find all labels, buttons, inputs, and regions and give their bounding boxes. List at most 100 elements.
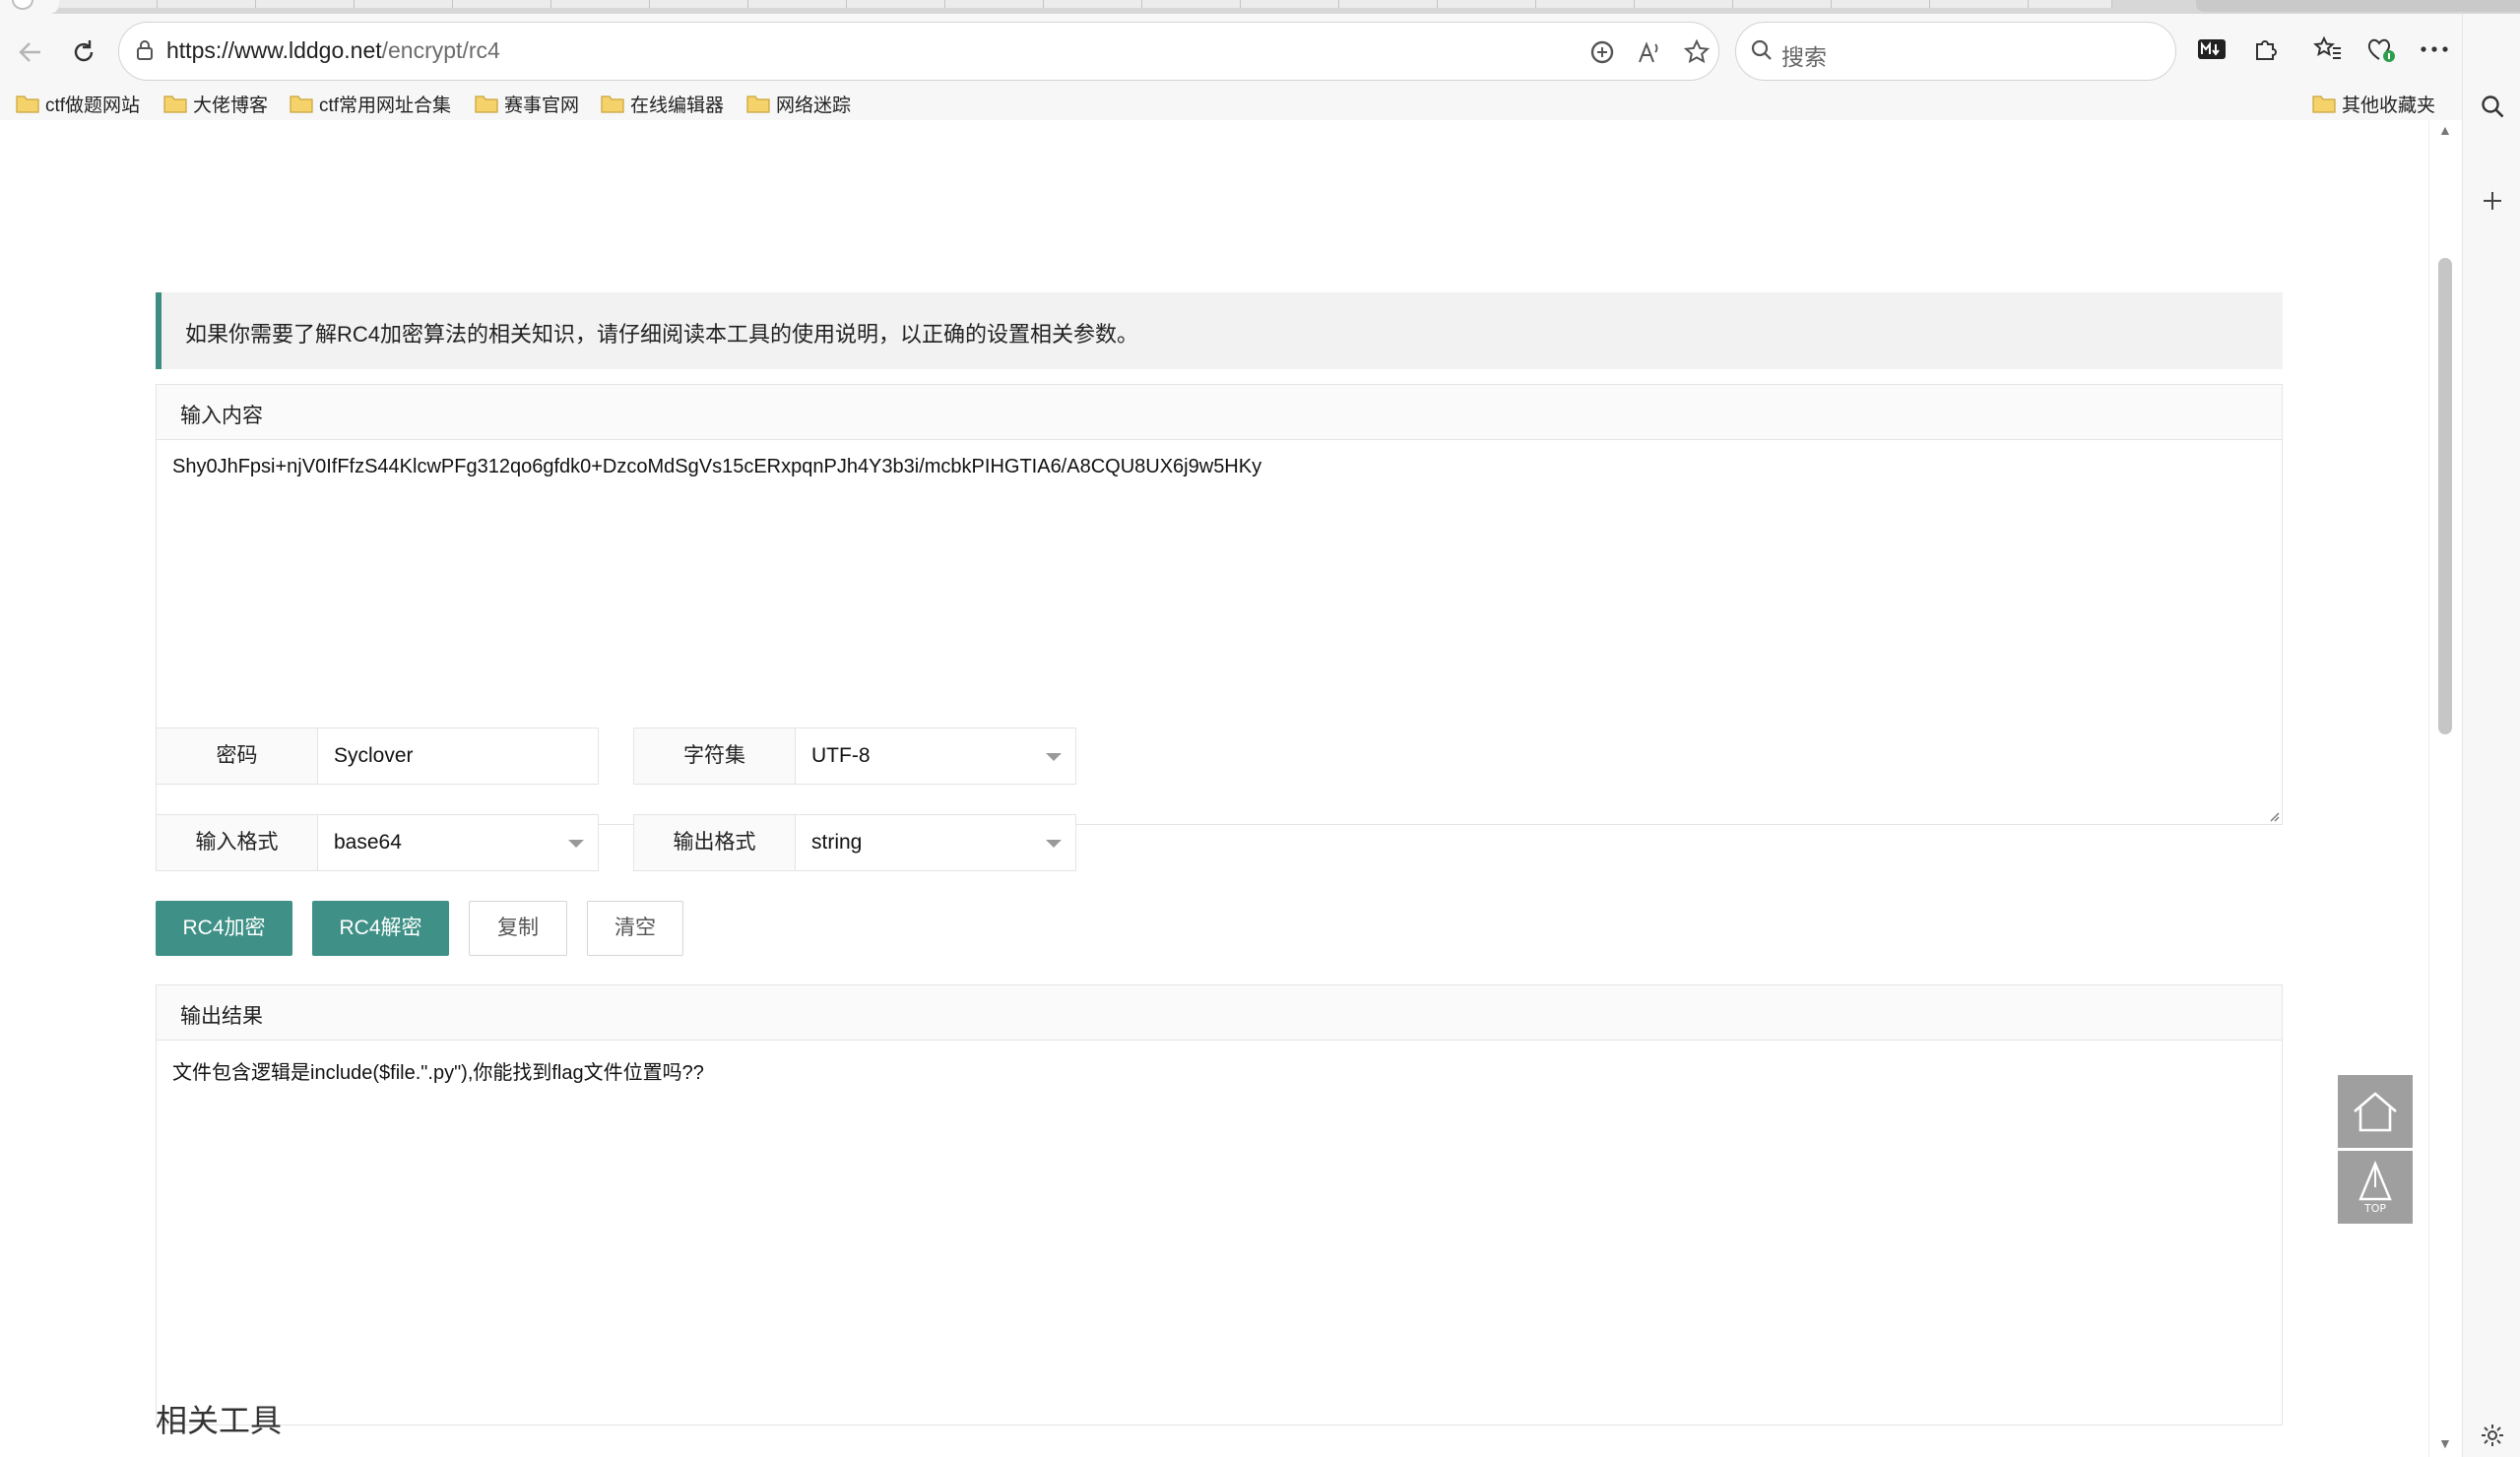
- translate-icon[interactable]: [1586, 36, 1618, 68]
- bookmark-folder[interactable]: 在线编辑器: [601, 87, 724, 120]
- output-textarea[interactable]: 文件包含逻辑是include($file.".py"),你能找到flag文件位置…: [157, 1041, 2282, 1101]
- favorites-icon[interactable]: [2308, 30, 2348, 69]
- tab[interactable]: [748, 0, 847, 8]
- more-menu-icon[interactable]: [2415, 30, 2454, 69]
- folder-icon: [601, 95, 624, 113]
- tab-strip-right: [2196, 0, 2520, 12]
- scroll-down-arrow-icon[interactable]: ▼: [2438, 1435, 2452, 1451]
- tab[interactable]: [158, 0, 256, 8]
- clear-button[interactable]: 清空: [587, 901, 683, 956]
- rc4-encrypt-button[interactable]: RC4加密: [156, 901, 292, 956]
- tab[interactable]: [1339, 0, 1438, 8]
- bookmarks-bar: ctf做题网站 大佬博客 ctf常用网址合集 赛事官网 在线编辑器 网络迷踪 其…: [0, 87, 2462, 120]
- lock-icon: [137, 40, 153, 60]
- scroll-thumb[interactable]: [2438, 258, 2452, 734]
- rc4-decrypt-button[interactable]: RC4解密: [312, 901, 449, 956]
- tab[interactable]: [59, 0, 158, 8]
- copy-button[interactable]: 复制: [469, 901, 567, 956]
- charset-select[interactable]: 字符集 UTF-8: [633, 728, 1076, 785]
- browser-sidebar: [2462, 14, 2520, 1457]
- page-scrollbar[interactable]: ▲ ▼: [2428, 120, 2462, 1457]
- folder-icon: [16, 95, 39, 113]
- charset-value: UTF-8: [811, 744, 871, 767]
- charset-label: 字符集: [634, 728, 796, 784]
- input-format-label: 输入格式: [157, 815, 318, 870]
- search-box[interactable]: 搜索: [1735, 22, 2176, 81]
- bookmark-folder[interactable]: 大佬博客: [163, 87, 268, 120]
- input-text: Shy0JhFpsi+njV0IfFfzS44KlcwPFg312qo6gfdk…: [172, 456, 1262, 477]
- bookmark-folder[interactable]: ctf常用网址合集: [290, 87, 451, 120]
- password-field: 密码 Syclover: [156, 728, 599, 785]
- output-format-select[interactable]: 输出格式 string: [633, 814, 1076, 871]
- tab[interactable]: [1438, 0, 1536, 8]
- search-icon: [1751, 39, 1772, 60]
- info-notice: 如果你需要了解RC4加密算法的相关知识，请仔细阅读本工具的使用说明，以正确的设置…: [156, 292, 2283, 369]
- tab[interactable]: [1733, 0, 1832, 8]
- bookmark-folder[interactable]: ctf做题网站: [16, 87, 140, 120]
- tab[interactable]: [1635, 0, 1733, 8]
- search-placeholder: 搜索: [1781, 44, 1827, 70]
- home-float-button[interactable]: [2338, 1075, 2413, 1148]
- sidebar-settings-gear-icon[interactable]: [2473, 1416, 2512, 1455]
- folder-icon: [475, 95, 498, 113]
- bookmark-folder[interactable]: 网络迷踪: [746, 87, 851, 120]
- folder-icon: [746, 95, 770, 113]
- output-text: 文件包含逻辑是include($file.".py"),你能找到flag文件位置…: [172, 1062, 704, 1084]
- arrow-up-icon: TOP: [2358, 1160, 2392, 1215]
- related-tools-heading: 相关工具: [156, 1403, 283, 1438]
- tab-strip: [0, 0, 2520, 14]
- refresh-button[interactable]: [61, 30, 106, 75]
- sidebar-search-icon[interactable]: [2473, 87, 2512, 126]
- back-arrow-icon: [19, 42, 40, 62]
- tab[interactable]: [945, 0, 1044, 8]
- back-button[interactable]: [8, 30, 53, 75]
- tab[interactable]: [1832, 0, 1930, 8]
- output-format-value: string: [811, 831, 863, 854]
- input-format-select[interactable]: 输入格式 base64: [156, 814, 599, 871]
- page-viewport: 如果你需要了解RC4加密算法的相关知识，请仔细阅读本工具的使用说明，以正确的设置…: [0, 120, 2462, 1457]
- folder-icon: [163, 95, 187, 113]
- tab[interactable]: [1930, 0, 2029, 8]
- tab[interactable]: [650, 0, 748, 8]
- chevron-down-icon: [1046, 753, 1062, 761]
- sidebar-add-icon[interactable]: [2473, 181, 2512, 221]
- favorite-star-icon[interactable]: [1681, 36, 1712, 68]
- tab[interactable]: [1241, 0, 1339, 8]
- chevron-down-icon: [568, 840, 584, 848]
- browser-toolbar: https://www.lddgo.net/encrypt/rc4 搜索: [0, 14, 2520, 87]
- password-input[interactable]: Syclover: [334, 728, 598, 784]
- bookmark-folder[interactable]: 赛事官网: [475, 87, 579, 120]
- resize-grip-icon[interactable]: [2268, 810, 2280, 822]
- input-label: 输入内容: [157, 385, 2282, 440]
- active-tab[interactable]: [0, 0, 59, 14]
- chevron-down-icon: [1046, 840, 1062, 848]
- browser-essentials-icon[interactable]: [2361, 30, 2401, 69]
- folder-icon: [2312, 95, 2336, 113]
- tab[interactable]: [256, 0, 355, 8]
- tab[interactable]: [2029, 0, 2112, 8]
- tab[interactable]: [551, 0, 650, 8]
- tab-favicon: [12, 0, 33, 10]
- read-aloud-icon[interactable]: [1634, 36, 1665, 68]
- back-to-top-button[interactable]: TOP: [2338, 1151, 2413, 1224]
- tab[interactable]: [1142, 0, 1241, 8]
- refresh-icon: [74, 40, 94, 62]
- folder-icon: [290, 95, 313, 113]
- output-label: 输出结果: [157, 985, 2282, 1041]
- tab[interactable]: [1536, 0, 1635, 8]
- scroll-up-arrow-icon[interactable]: ▲: [2438, 122, 2452, 138]
- markdown-extension-icon[interactable]: [2192, 30, 2231, 69]
- notice-text: 如果你需要了解RC4加密算法的相关知识，请仔细阅读本工具的使用说明，以正确的设置…: [185, 322, 1139, 347]
- url-text[interactable]: https://www.lddgo.net/encrypt/rc4: [166, 37, 500, 64]
- tab[interactable]: [355, 0, 453, 8]
- password-label: 密码: [157, 728, 318, 784]
- extensions-puzzle-icon[interactable]: [2245, 30, 2285, 69]
- input-format-value: base64: [334, 831, 402, 854]
- tab[interactable]: [847, 0, 945, 8]
- tab[interactable]: [1044, 0, 1142, 8]
- other-favorites-folder[interactable]: 其他收藏夹: [2312, 87, 2435, 120]
- output-panel: 输出结果 文件包含逻辑是include($file.".py"),你能找到fla…: [156, 984, 2283, 1425]
- address-bar[interactable]: https://www.lddgo.net/encrypt/rc4: [118, 22, 1719, 81]
- top-label: TOP: [2363, 1202, 2386, 1215]
- tab[interactable]: [453, 0, 551, 8]
